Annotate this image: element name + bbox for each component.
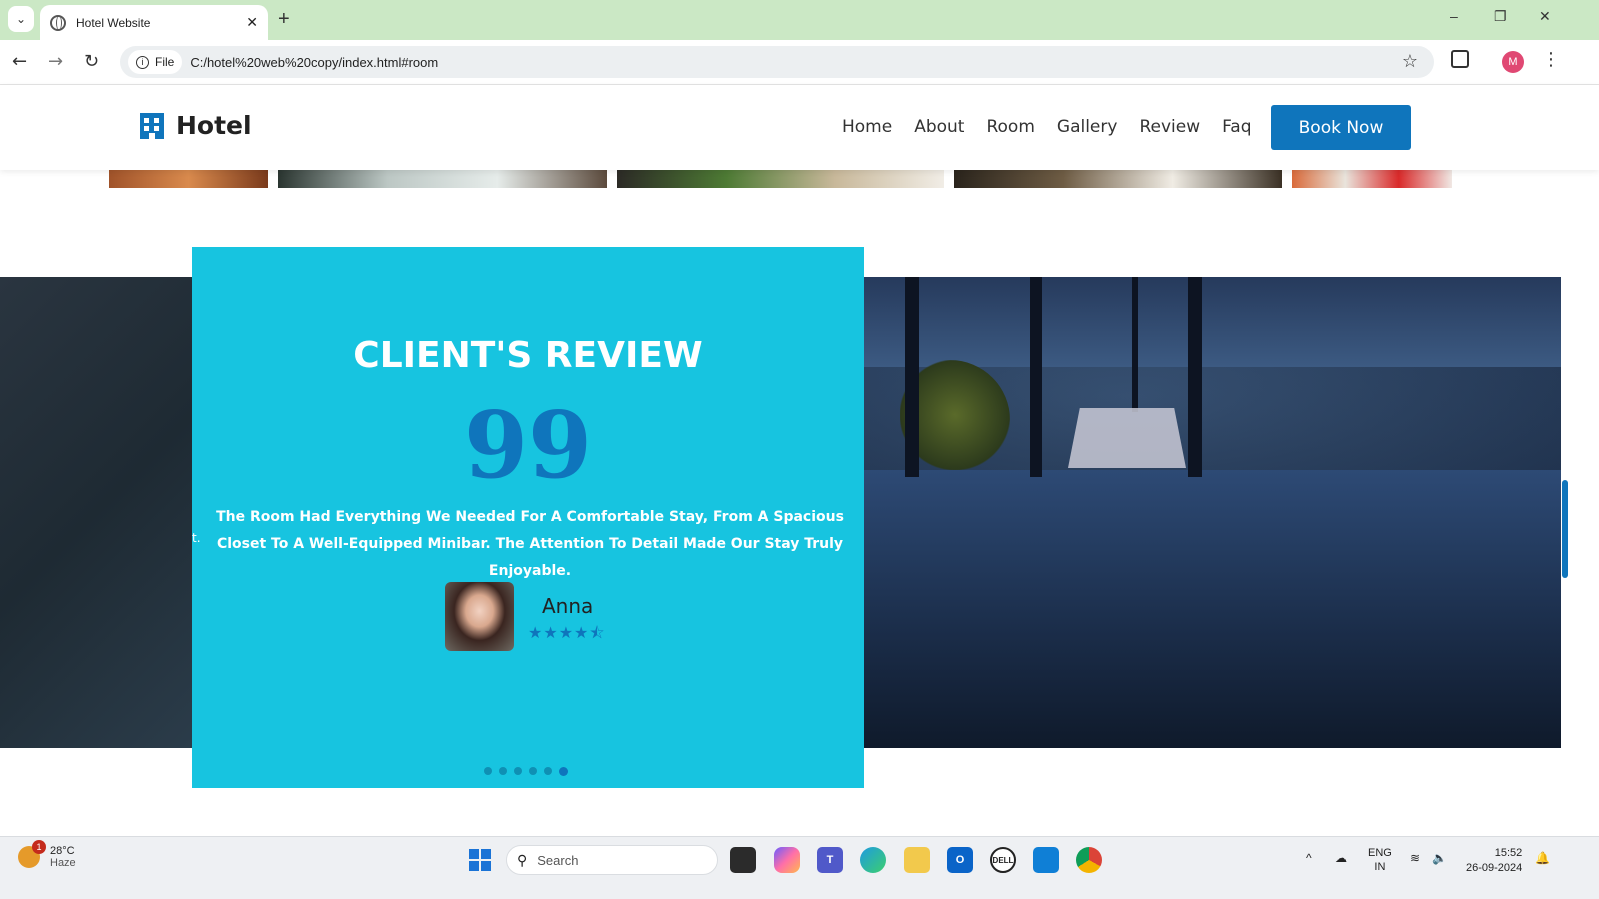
gallery-image[interactable] (954, 170, 1282, 188)
rating-stars-icon: ★★★★⯪ (528, 623, 606, 642)
window-close-button[interactable]: ✕ (1539, 8, 1551, 25)
system-clock[interactable]: 15:52 26-09-2024 (1466, 846, 1522, 876)
forward-icon[interactable]: → (48, 51, 63, 72)
new-tab-button[interactable]: + (278, 8, 290, 31)
weather-badge: 1 (32, 840, 46, 854)
slider-dot[interactable] (499, 767, 507, 775)
gallery-image[interactable] (109, 170, 268, 188)
review-card: CLIENT'S REVIEW 99 t. The Room Had Every… (192, 247, 864, 788)
edge-icon[interactable] (860, 847, 886, 873)
quote-icon: 99 (463, 391, 593, 499)
slider-dot[interactable] (514, 767, 522, 775)
main-nav: Home About Room Gallery Review Faq (842, 117, 1252, 137)
search-icon: ⚲ (517, 851, 528, 868)
volume-icon[interactable]: 🔈 (1432, 851, 1447, 865)
site-logo[interactable]: Hotel (140, 111, 252, 140)
tab-search-chevron-icon[interactable]: ⌄ (8, 6, 34, 32)
lang-line1: ENG (1368, 847, 1392, 859)
url-text[interactable]: C:/hotel%20web%20copy/index.html#room (190, 55, 438, 70)
review-text: The Room Had Everything We Needed For A … (216, 509, 844, 579)
minimize-button[interactable]: – (1450, 8, 1458, 24)
file-label: File (155, 55, 175, 69)
lang-line2: IN (1374, 861, 1386, 873)
dell-icon[interactable]: DELL (990, 847, 1016, 873)
nav-home[interactable]: Home (842, 117, 892, 137)
page-scrollbar[interactable] (1562, 480, 1568, 578)
onedrive-icon[interactable]: ☁ (1335, 851, 1347, 865)
wifi-icon[interactable]: ≋ (1410, 851, 1420, 865)
chrome-icon[interactable] (1076, 847, 1102, 873)
back-icon[interactable]: ← (12, 51, 27, 72)
lantern-pole (1132, 277, 1138, 412)
gallery-image[interactable] (1292, 170, 1452, 188)
omnibox[interactable]: i File C:/hotel%20web%20copy/index.html#… (120, 46, 1434, 78)
nav-gallery[interactable]: Gallery (1057, 117, 1118, 137)
gallery-image[interactable] (617, 170, 944, 188)
pillar (1188, 277, 1202, 477)
weather-desc: Haze (50, 857, 76, 869)
review-title: CLIENT'S REVIEW (353, 335, 703, 376)
browser-tab[interactable]: Hotel Website ✕ (40, 5, 268, 40)
tab-close-icon[interactable]: ✕ (246, 15, 258, 31)
windows-taskbar: 1 28°C Haze ⚲ Search T O DELL ^ ☁ ENG IN… (0, 836, 1599, 899)
nav-about[interactable]: About (914, 117, 964, 137)
water-reflection (864, 470, 1561, 748)
info-icon: i (136, 55, 149, 69)
vscode-icon[interactable] (1033, 847, 1059, 873)
outlook-icon[interactable]: O (947, 847, 973, 873)
start-windows-icon[interactable] (469, 849, 491, 871)
tab-title: Hotel Website (76, 15, 151, 30)
weather-haze-icon: 1 (18, 840, 46, 868)
restore-button[interactable]: ❐ (1494, 8, 1507, 25)
file-explorer-icon[interactable] (904, 847, 930, 873)
slider-dot[interactable] (544, 767, 552, 775)
nav-review[interactable]: Review (1139, 117, 1200, 137)
clock-date: 26-09-2024 (1466, 862, 1523, 874)
pool-chair-photo (0, 277, 192, 748)
address-toolbar: ← → ↻ i File C:/hotel%20web%20copy/index… (0, 40, 1599, 85)
previous-slide-fragment: t. (192, 531, 201, 545)
taskbar-search[interactable]: ⚲ Search (506, 845, 718, 875)
reviewer-name: Anna (542, 594, 594, 618)
slider-dot[interactable] (529, 767, 537, 775)
dining-table (1068, 408, 1186, 468)
site-info-chip[interactable]: i File (128, 50, 183, 74)
weather-widget[interactable]: 1 28°C Haze (18, 840, 76, 869)
browser-tabbar: ⌄ Hotel Website ✕ + – ❐ ✕ (0, 0, 1599, 40)
pillar (905, 277, 919, 477)
weather-temp: 28°C (50, 845, 75, 857)
copilot-icon[interactable] (774, 847, 800, 873)
logo-text: Hotel (176, 111, 252, 140)
search-placeholder: Search (537, 852, 579, 868)
slider-pagination (484, 767, 568, 776)
slider-dot[interactable] (559, 767, 568, 776)
notification-bell-icon[interactable]: 🔔 (1535, 851, 1550, 865)
menu-kebab-icon[interactable]: ⋮ (1542, 49, 1560, 70)
extensions-icon[interactable] (1451, 50, 1469, 68)
clock-time: 15:52 (1494, 847, 1523, 859)
mountain-scenery (864, 277, 1561, 367)
language-indicator[interactable]: ENG IN (1368, 846, 1392, 874)
book-now-button[interactable]: Book Now (1271, 105, 1411, 150)
reload-icon[interactable]: ↻ (84, 51, 99, 72)
nav-room[interactable]: Room (986, 117, 1034, 137)
profile-avatar[interactable]: M (1502, 51, 1524, 73)
gallery-image[interactable] (278, 170, 607, 188)
task-view-icon[interactable] (730, 847, 756, 873)
slider-dot[interactable] (484, 767, 492, 775)
pillar (1030, 277, 1042, 477)
reviewer-avatar (445, 582, 514, 651)
tray-chevron-icon[interactable]: ^ (1306, 851, 1312, 865)
teams-icon[interactable]: T (817, 847, 843, 873)
globe-icon (50, 14, 66, 31)
nav-faq[interactable]: Faq (1222, 117, 1251, 137)
hotel-building-icon (140, 112, 164, 139)
site-header: Hotel Home About Room Gallery Review Faq… (0, 85, 1599, 170)
bookmark-star-icon[interactable]: ☆ (1402, 51, 1418, 72)
